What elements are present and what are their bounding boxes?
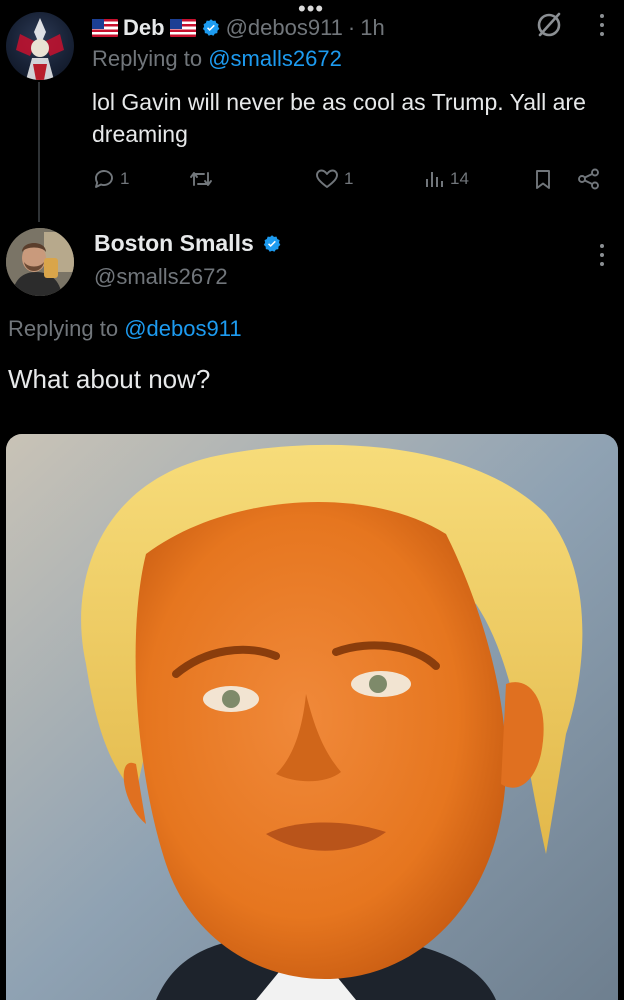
avatar-smalls2672[interactable] [6, 228, 74, 296]
edited-portrait-image [6, 434, 618, 1000]
tweet1-display-name[interactable]: Deb [123, 15, 165, 41]
tweet1-action-bar: 1 1 14 [92, 162, 612, 196]
like-count: 1 [344, 169, 354, 188]
tweet1-separator: · [347, 15, 356, 40]
like-button[interactable]: 1 [314, 162, 353, 196]
tweet2-text: What about now? [8, 364, 211, 394]
bookmark-button[interactable] [532, 162, 554, 196]
tweet1-timestamp[interactable]: 1h [360, 15, 384, 41]
views-icon [426, 172, 443, 187]
replying-to-link[interactable]: @smalls2672 [208, 46, 342, 71]
us-flag-icon [92, 19, 118, 37]
retweet-icon [190, 172, 212, 186]
replying-to-label: Replying to [8, 316, 119, 341]
reply-count: 1 [120, 169, 130, 188]
replying-to-link[interactable]: @debos911 [124, 316, 241, 341]
replying-to-label: Replying to [92, 46, 203, 71]
tweet2-display-name[interactable]: Boston Smalls [94, 230, 254, 257]
tweet2-header: Boston Smalls [94, 230, 282, 257]
thread-connector-line [38, 82, 40, 222]
retweet-button[interactable] [188, 162, 218, 196]
tweet2-attached-photo[interactable] [6, 434, 618, 1000]
like-icon [316, 169, 338, 188]
tweet2-handle[interactable]: @smalls2672 [94, 264, 228, 290]
more-vertical-icon[interactable] [600, 244, 604, 266]
share-icon [578, 168, 599, 190]
tweet1-text: lol Gavin will never be as cool as Trump… [92, 89, 586, 147]
share-button[interactable] [576, 162, 602, 196]
tweet2-replying-to: Replying to @debos911 [8, 316, 242, 342]
mute-icon[interactable] [534, 10, 564, 40]
reply-button[interactable]: 1 [92, 162, 129, 196]
more-vertical-icon[interactable] [600, 14, 604, 36]
us-flag-icon [169, 19, 196, 37]
reply-icon [95, 170, 113, 188]
tweet1-handle[interactable]: @debos911 [226, 15, 343, 41]
avatar-image-icon [6, 228, 74, 296]
tweet1-header: Deb @debos911 · 1h [92, 12, 385, 44]
views-count: 14 [450, 169, 469, 188]
bookmark-icon [536, 170, 550, 189]
verified-badge-icon [263, 234, 281, 252]
views-button[interactable]: 14 [424, 162, 469, 196]
verified-badge-icon [202, 19, 219, 36]
avatar-image-icon [16, 18, 64, 80]
avatar-debos911[interactable] [6, 12, 74, 80]
tweet1-replying-to: Replying to @smalls2672 [92, 46, 342, 72]
